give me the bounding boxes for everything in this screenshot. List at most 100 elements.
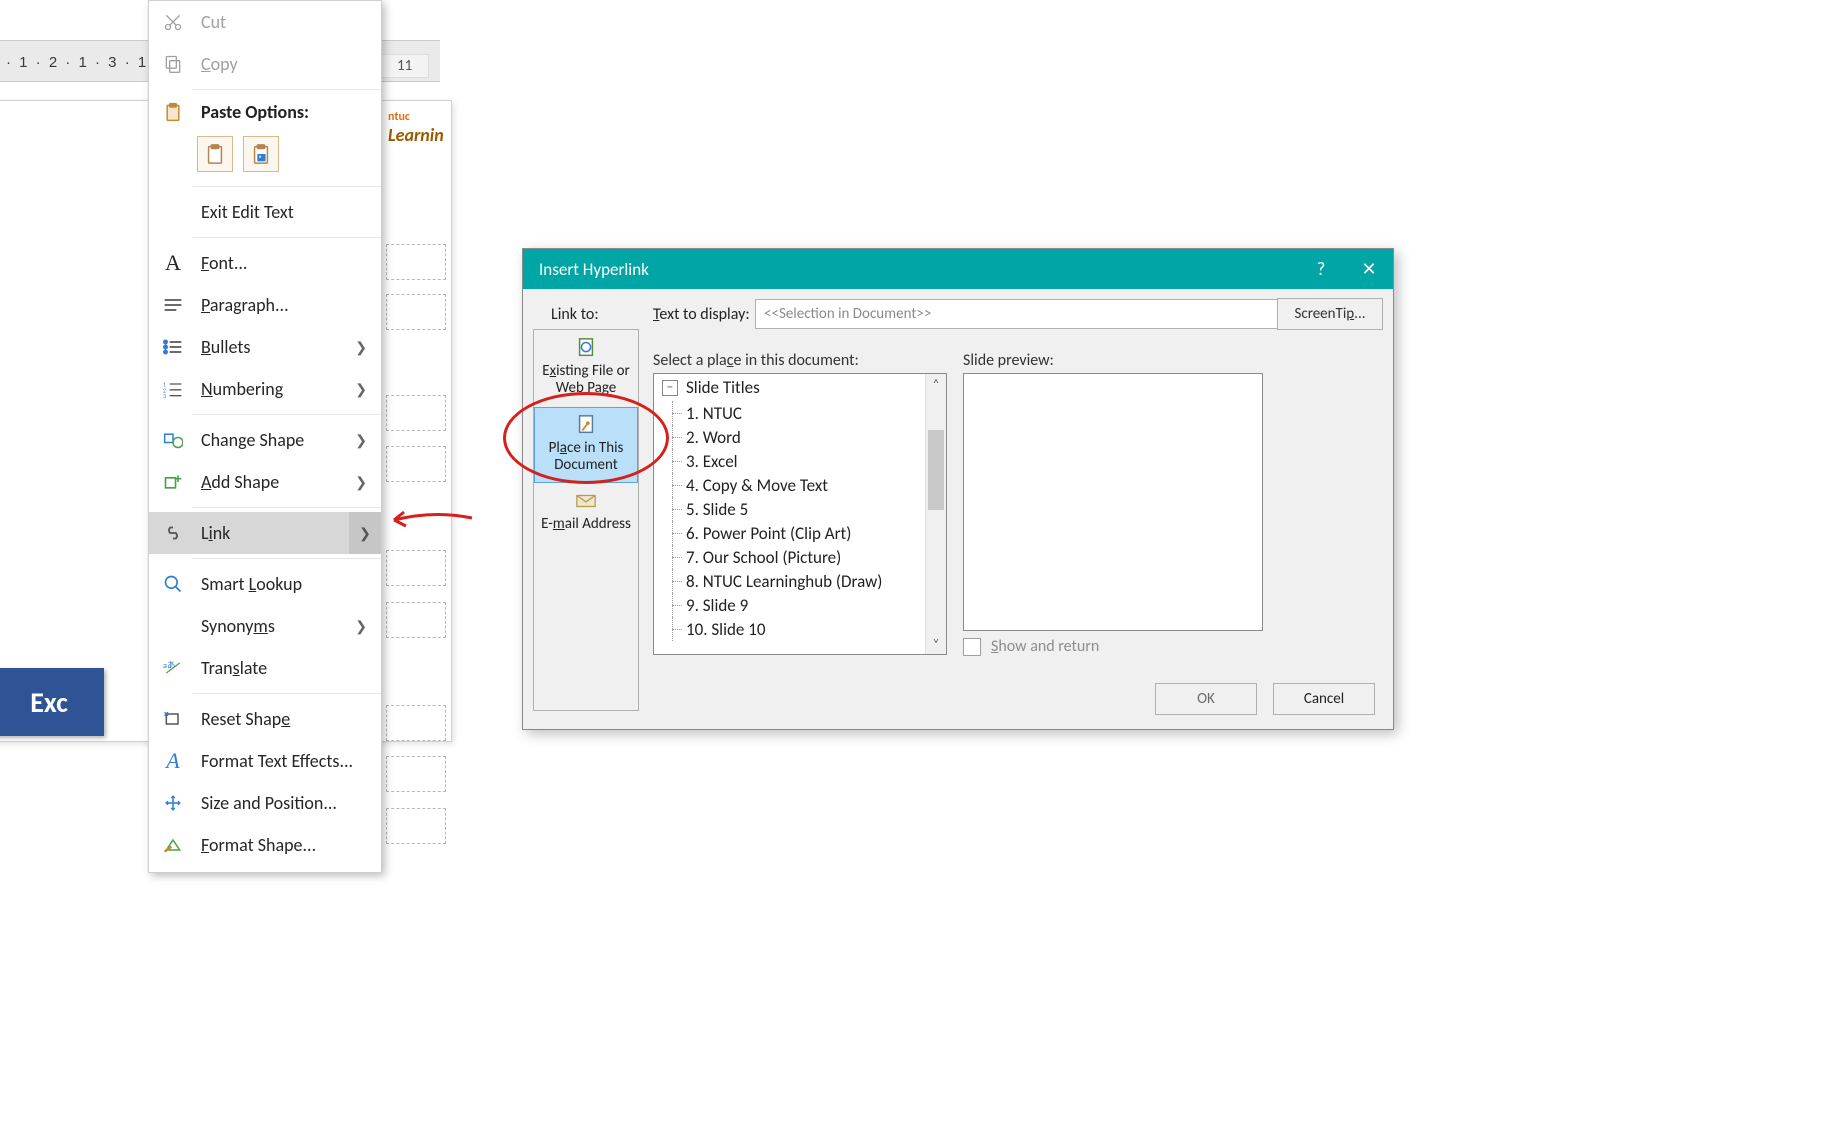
menu-copy[interactable]: Copy	[149, 43, 381, 85]
slide-preview-box	[963, 373, 1263, 631]
menu-label: Format Shape...	[201, 834, 316, 856]
submenu-arrow-icon: ❯	[355, 381, 367, 398]
paste-options-row	[149, 130, 381, 182]
document-tree[interactable]: − Slide Titles 1. NTUC 2. Word 3. Excel …	[653, 373, 947, 655]
menu-link[interactable]: Link ❯	[149, 512, 381, 554]
annotation-arrow	[384, 506, 474, 536]
smartart-box-right[interactable]: Exc	[0, 668, 104, 736]
menu-add-shape[interactable]: Add Shape ❯	[149, 461, 381, 503]
tree-root-label: Slide Titles	[686, 377, 760, 398]
screentip-button[interactable]: ScreenTip...	[1277, 298, 1383, 330]
menu-bullets[interactable]: Bullets ❯	[149, 326, 381, 368]
menu-exit-edit-text[interactable]: Exit Edit Text	[149, 191, 381, 233]
numbering-icon: 123	[159, 380, 187, 398]
paste-keep-source-icon[interactable]	[197, 136, 233, 172]
linkto-label: Place in This Document	[539, 440, 633, 475]
svg-text:aあ: aあ	[163, 661, 175, 671]
menu-label: Exit Edit Text	[201, 201, 294, 223]
menu-paragraph[interactable]: Paragraph...	[149, 284, 381, 326]
clipboard-icon	[159, 101, 187, 123]
submenu-arrow-icon: ❯	[359, 525, 371, 542]
text-to-display-field[interactable]: <<Selection in Document>>	[755, 299, 1279, 329]
tree-root-slide-titles[interactable]: − Slide Titles	[658, 376, 926, 401]
change-shape-icon	[159, 431, 187, 449]
menu-label: Paste Options:	[201, 101, 309, 123]
menu-label: Add Shape	[201, 471, 279, 493]
insert-hyperlink-dialog: Insert Hyperlink ? ✕ Link to: Existing F…	[522, 248, 1394, 730]
menu-numbering[interactable]: 123 Numbering ❯	[149, 368, 381, 410]
placeholder-dash	[386, 395, 446, 431]
linkto-email-address[interactable]: E-mail Address	[534, 483, 638, 542]
tree-slide-item[interactable]: 7. Our School (Picture)	[658, 545, 926, 569]
menu-font[interactable]: A Font...	[149, 242, 381, 284]
dialog-close-button[interactable]: ✕	[1345, 249, 1393, 289]
email-icon	[575, 490, 597, 512]
linkto-existing-file[interactable]: Existing File or Web Page	[534, 330, 638, 407]
menu-divider	[193, 693, 381, 694]
logo-small-text: ntuc	[388, 110, 444, 124]
dialog-titlebar[interactable]: Insert Hyperlink ? ✕	[523, 249, 1393, 289]
menu-label: Link	[201, 522, 230, 544]
placeholder-dash	[386, 705, 446, 741]
placeholder-dash	[386, 244, 446, 280]
select-place-label: Select a place in this document:	[653, 351, 859, 370]
menu-cut[interactable]: Cut	[149, 1, 381, 43]
copy-icon	[159, 54, 187, 74]
linkto-place-in-document[interactable]: Place in This Document	[534, 407, 638, 484]
tree-slide-item[interactable]: 8. NTUC Learninghub (Draw)	[658, 569, 926, 593]
bullets-icon	[159, 339, 187, 355]
ok-button[interactable]: OK	[1155, 683, 1257, 715]
text-effects-icon: A	[159, 748, 187, 774]
smartart-boxes: ve Exc	[0, 668, 104, 736]
menu-divider	[193, 186, 381, 187]
menu-label: Copy	[201, 53, 238, 75]
menu-divider	[193, 558, 381, 559]
menu-label: Bullets	[201, 336, 250, 358]
menu-size-position[interactable]: Size and Position...	[149, 782, 381, 824]
document-place-icon	[575, 414, 597, 436]
text-to-display-label: Text to display:	[653, 305, 750, 324]
cancel-button[interactable]: Cancel	[1273, 683, 1375, 715]
menu-smart-lookup[interactable]: Smart Lookup	[149, 563, 381, 605]
tree-collapse-icon[interactable]: −	[662, 380, 678, 396]
format-shape-icon	[159, 836, 187, 854]
menu-label: Cut	[201, 11, 226, 33]
scroll-down-icon[interactable]: ˅	[926, 634, 946, 654]
menu-divider	[193, 89, 381, 90]
link-icon	[159, 524, 187, 542]
scroll-up-icon[interactable]: ˄	[926, 374, 946, 394]
menu-reset-shape[interactable]: Reset Shape	[149, 698, 381, 740]
smart-lookup-icon	[159, 574, 187, 594]
menu-format-text-effects[interactable]: A Format Text Effects...	[149, 740, 381, 782]
dialog-help-button[interactable]: ?	[1297, 249, 1345, 289]
menu-format-shape[interactable]: Format Shape...	[149, 824, 381, 866]
tree-slide-item[interactable]: 4. Copy & Move Text	[658, 473, 926, 497]
linkto-label: Existing File or Web Page	[539, 363, 633, 398]
tree-slide-item[interactable]: 1. NTUC	[658, 401, 926, 425]
tree-slide-item[interactable]: 10. Slide 10	[658, 617, 926, 641]
tree-scrollbar[interactable]: ˄ ˅	[925, 374, 946, 654]
menu-label: Synonyms	[201, 615, 275, 637]
tree-slide-item[interactable]: 9. Slide 9	[658, 593, 926, 617]
tree-slide-item[interactable]: 6. Power Point (Clip Art)	[658, 521, 926, 545]
font-icon: A	[159, 250, 187, 276]
ntuc-learninghub-logo: ntuc Learnin	[388, 110, 444, 146]
svg-text:3: 3	[163, 392, 166, 398]
tree-slide-item[interactable]: 2. Word	[658, 425, 926, 449]
link-to-label: Link to:	[551, 305, 599, 324]
tree-slide-item[interactable]: 5. Slide 5	[658, 497, 926, 521]
translate-icon: aあ	[159, 659, 187, 677]
menu-synonyms[interactable]: Synonyms ❯	[149, 605, 381, 647]
placeholder-dash	[386, 808, 446, 844]
menu-paste-options: Paste Options:	[149, 94, 381, 130]
menu-label: Numbering	[201, 378, 283, 400]
tree-slide-item[interactable]: 3. Excel	[658, 449, 926, 473]
submenu-arrow-icon: ❯	[355, 618, 367, 635]
paste-picture-icon[interactable]	[243, 136, 279, 172]
scroll-thumb[interactable]	[928, 430, 944, 510]
globe-page-icon	[575, 337, 597, 359]
menu-translate[interactable]: aあ Translate	[149, 647, 381, 689]
menu-change-shape[interactable]: Change Shape ❯	[149, 419, 381, 461]
menu-divider	[193, 414, 381, 415]
ruler-right-value: 11	[380, 54, 429, 78]
